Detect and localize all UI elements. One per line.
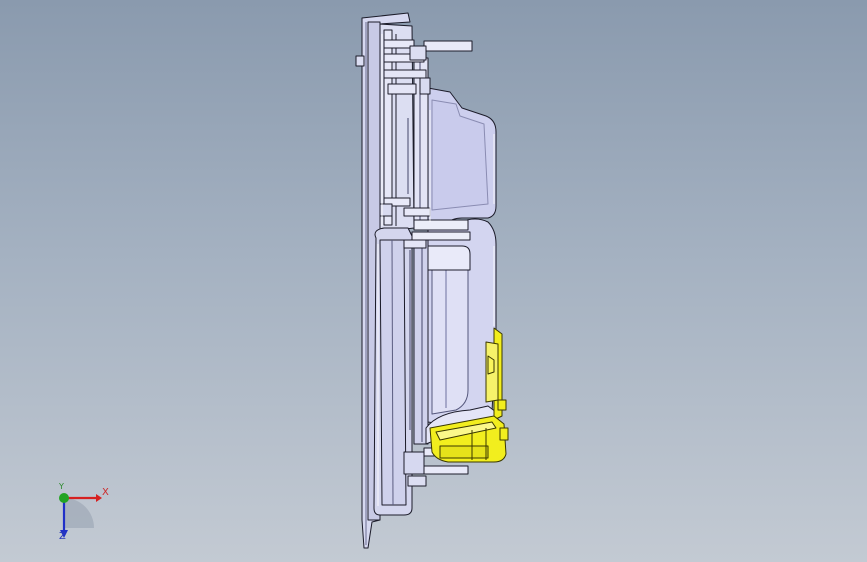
triad-x-label: X: [102, 487, 109, 498]
mid-pin-1: [413, 219, 469, 231]
graphics-viewport[interactable]: X Y Z: [0, 0, 867, 562]
inner-strip-lower: [413, 237, 429, 445]
cad-model-side-view[interactable]: [0, 0, 867, 562]
mid-pin-2: [411, 231, 471, 241]
top-pin-2: [423, 40, 473, 52]
top-pin-4: [383, 69, 427, 79]
coordinate-triad: X Y Z: [44, 482, 114, 544]
triad-y-label: Y: [59, 482, 64, 491]
bottom-pin-2: [423, 465, 469, 475]
triad-z-label: Z: [59, 531, 66, 542]
